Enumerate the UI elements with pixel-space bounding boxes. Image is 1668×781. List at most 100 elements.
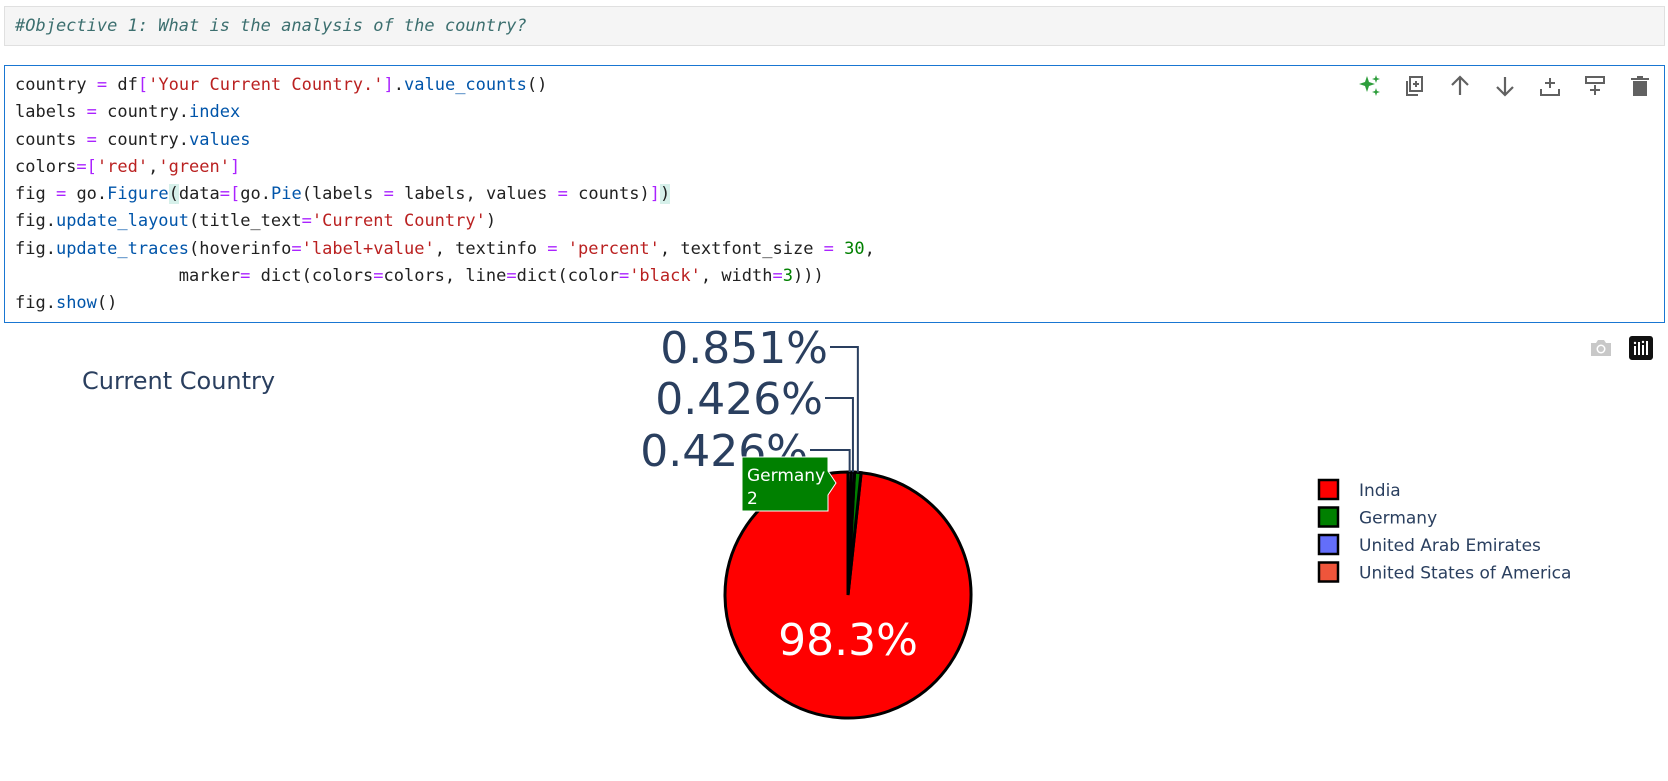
duplicate-icon bbox=[1406, 76, 1423, 96]
code-token: = bbox=[55, 184, 67, 205]
code-token: values bbox=[189, 129, 251, 150]
markdown-cell[interactable]: #Objective 1: What is the analysis of th… bbox=[4, 6, 1665, 46]
code-token: [ bbox=[137, 75, 149, 95]
code-token: (hoverinfo bbox=[189, 238, 292, 259]
code-token: 30 bbox=[844, 238, 865, 259]
code-token: Figure bbox=[107, 184, 169, 205]
code-token: labels bbox=[15, 102, 87, 123]
code-token: counts) bbox=[567, 184, 650, 205]
code-token: update_layout bbox=[55, 211, 190, 232]
camera-icon bbox=[1591, 340, 1611, 356]
code-token: 'red' bbox=[96, 156, 149, 177]
code-token: , textfont_size bbox=[659, 238, 824, 259]
code-token: = bbox=[96, 75, 108, 95]
code-token: ( bbox=[168, 184, 179, 205]
code-token: fig. bbox=[15, 293, 56, 314]
markdown-text: #Objective 1: What is the analysis of th… bbox=[15, 16, 527, 36]
plotly-logo-button[interactable] bbox=[1628, 335, 1654, 361]
insert-above-button[interactable] bbox=[1577, 71, 1613, 101]
code-token: . bbox=[393, 75, 405, 95]
code-token: show bbox=[55, 293, 97, 314]
code-token: = bbox=[618, 266, 630, 287]
move-down-button[interactable] bbox=[1487, 71, 1523, 101]
code-token: ] bbox=[230, 156, 241, 177]
code-token: value_counts bbox=[404, 75, 527, 95]
code-token: = bbox=[383, 184, 394, 205]
code-editor[interactable]: country = df['Your Current Country.'].va… bbox=[15, 72, 875, 318]
code-token: 'green' bbox=[158, 156, 230, 177]
code-token: ] bbox=[383, 75, 394, 95]
code-token: 3 bbox=[782, 266, 793, 287]
code-token: go. bbox=[66, 184, 108, 205]
legend-swatch[interactable] bbox=[1317, 561, 1340, 583]
hover-tooltip: Germany 2 bbox=[741, 456, 837, 512]
legend-item-label[interactable]: India bbox=[1359, 481, 1401, 501]
legend-item-label[interactable]: United Arab Emirates bbox=[1359, 536, 1541, 556]
code-token: =[ bbox=[219, 184, 241, 205]
legend-swatch[interactable] bbox=[1317, 533, 1340, 556]
delete-cell-button[interactable] bbox=[1622, 71, 1658, 101]
code-token: Pie bbox=[270, 184, 302, 205]
code-token: ) bbox=[660, 184, 671, 205]
code-token: colors bbox=[15, 156, 77, 177]
cell-output: Current Country 98.3% 0.851% 0.426% 0.426% In… bbox=[0, 323, 1668, 777]
plot-modebar bbox=[1588, 335, 1654, 361]
legend-item-label[interactable]: Germany bbox=[1359, 509, 1437, 529]
legend-item-label[interactable]: United States of America bbox=[1359, 564, 1571, 584]
move-up-button[interactable] bbox=[1442, 71, 1478, 101]
code-token: index bbox=[189, 102, 241, 123]
code-token: 'Current Country' bbox=[311, 211, 486, 232]
legend-swatch[interactable] bbox=[1317, 478, 1340, 501]
code-token: fig bbox=[15, 184, 56, 205]
code-line: fig.update_traces(hoverinfo='label+value… bbox=[15, 236, 875, 263]
code-token: = bbox=[557, 184, 568, 205]
code-token: fig. bbox=[15, 211, 56, 232]
code-token: =[ bbox=[76, 156, 97, 177]
code-token: = bbox=[301, 211, 312, 232]
arrow-up-icon bbox=[1451, 75, 1469, 95]
code-token: , bbox=[864, 238, 875, 259]
code-token: counts bbox=[15, 129, 87, 150]
code-line: fig.show() bbox=[15, 290, 875, 317]
code-line: marker= dict(colors=colors, line=dict(co… bbox=[15, 263, 875, 290]
code-token: country. bbox=[96, 102, 190, 123]
code-token: (labels bbox=[301, 184, 384, 205]
generate-button[interactable] bbox=[1352, 71, 1388, 101]
code-token: ] bbox=[649, 184, 660, 205]
code-token: = bbox=[823, 238, 834, 259]
plotly-logo-icon bbox=[1629, 336, 1653, 360]
slice-percent-label: 0.426% bbox=[655, 374, 823, 425]
code-token: (title_text bbox=[189, 211, 302, 232]
insert-below-icon bbox=[1540, 78, 1560, 96]
code-token: ))) bbox=[793, 266, 824, 287]
code-token: , textinfo bbox=[434, 238, 548, 259]
tooltip-label: Germany bbox=[747, 466, 825, 486]
code-token: = bbox=[240, 266, 251, 287]
cell-toolbar bbox=[1352, 71, 1658, 101]
insert-below-button[interactable] bbox=[1532, 71, 1568, 101]
code-line: counts = country.values bbox=[15, 127, 875, 154]
code-token: , bbox=[148, 156, 159, 177]
code-token: country. bbox=[96, 129, 190, 150]
slice-percent-label: 98.3% bbox=[778, 615, 918, 666]
code-token: = bbox=[291, 238, 302, 259]
code-token: update_traces bbox=[55, 238, 190, 259]
code-line: fig = go.Figure(data=[go.Pie(labels = la… bbox=[15, 181, 875, 208]
download-png-button[interactable] bbox=[1588, 335, 1614, 361]
code-cell[interactable]: country = df['Your Current Country.'].va… bbox=[4, 65, 1665, 323]
code-token: = bbox=[547, 238, 558, 259]
sparkle-icon bbox=[1359, 75, 1380, 96]
duplicate-cell-button[interactable] bbox=[1397, 71, 1433, 101]
code-token: = bbox=[86, 102, 97, 123]
arrow-down-icon bbox=[1496, 77, 1514, 97]
code-token: marker bbox=[15, 266, 241, 287]
code-line: colors=['red','green'] bbox=[15, 154, 875, 181]
code-token: labels, values bbox=[393, 184, 558, 205]
legend-swatch[interactable] bbox=[1317, 506, 1340, 528]
code-line: labels = country.index bbox=[15, 99, 875, 126]
insert-above-icon bbox=[1585, 76, 1605, 95]
code-token: 'percent' bbox=[567, 238, 660, 259]
pie-chart: Current Country98.3%0.851%0.426%0.426%In… bbox=[82, 323, 1571, 720]
code-token: dict(color bbox=[516, 266, 619, 287]
